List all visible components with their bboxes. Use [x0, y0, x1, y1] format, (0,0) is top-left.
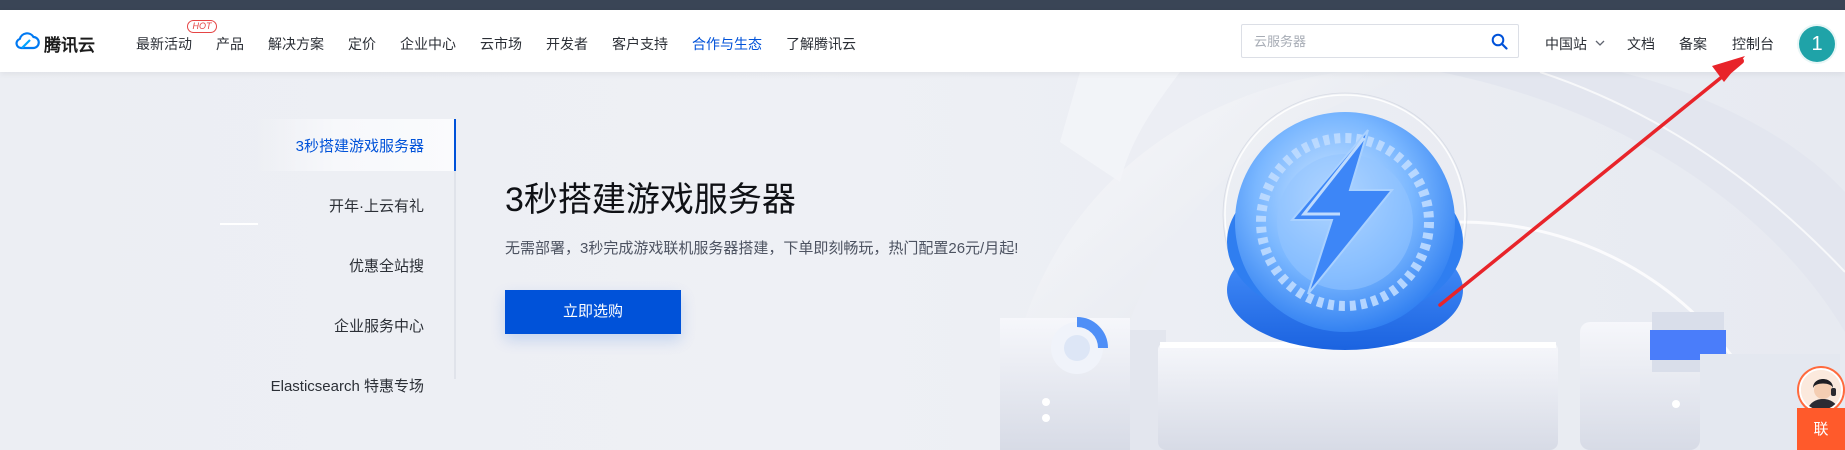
search-box	[1241, 24, 1519, 58]
hero-description: 无需部署，3秒完成游戏联机服务器搭建，下单即刻畅玩，热门配置26元/月起!	[505, 240, 1019, 257]
nav-pricing[interactable]: 定价	[348, 34, 376, 54]
side-item-game-server[interactable]: 3秒搭建游戏服务器	[296, 135, 424, 156]
nav-products[interactable]: 产品	[216, 34, 244, 54]
side-menu-active-indicator	[454, 119, 456, 171]
search-icon[interactable]	[1491, 33, 1508, 55]
agent-avatar	[1799, 368, 1843, 412]
side-item-enterprise-service[interactable]: 企业服务中心	[334, 315, 424, 336]
buy-now-button[interactable]: 立即选购	[505, 290, 681, 334]
nav-latest-activities[interactable]: 最新活动	[136, 34, 192, 54]
nav-docs[interactable]: 文档	[1627, 34, 1655, 54]
side-item-discount-search[interactable]: 优惠全站搜	[349, 255, 424, 276]
chevron-down-icon	[1595, 34, 1605, 50]
nav-customer-support[interactable]: 客户支持	[612, 34, 668, 54]
brand-name: 腾讯云	[44, 36, 95, 55]
hero-banner: 3秒搭建游戏服务器 开年·上云有礼 优惠全站搜 企业服务中心 Elasticse…	[0, 72, 1845, 450]
region-label: 中国站	[1545, 36, 1587, 52]
nav-console[interactable]: 控制台	[1732, 34, 1774, 54]
search-input[interactable]	[1254, 32, 1484, 50]
contact-widget[interactable]: 联	[1797, 368, 1845, 450]
side-menu: 3秒搭建游戏服务器 开年·上云有礼 优惠全站搜 企业服务中心 Elasticse…	[220, 119, 456, 395]
nav-beian[interactable]: 备案	[1679, 34, 1707, 54]
nav-marketplace[interactable]: 云市场	[480, 34, 522, 54]
hot-badge: HOT	[187, 20, 217, 33]
side-item-new-year-gift[interactable]: 开年·上云有礼	[329, 195, 424, 216]
nav-developers[interactable]: 开发者	[546, 34, 588, 54]
cloud-logo-icon	[14, 32, 40, 55]
nav-partners-ecosystem[interactable]: 合作与生态	[692, 34, 762, 54]
browser-top-strip	[0, 0, 1845, 10]
nav-about[interactable]: 了解腾讯云	[786, 34, 856, 54]
brand-logo[interactable]: 腾讯云	[14, 31, 95, 56]
contact-tab[interactable]: 联	[1797, 408, 1845, 450]
side-item-elasticsearch[interactable]: Elasticsearch 特惠专场	[271, 375, 424, 396]
user-avatar[interactable]: 1	[1799, 26, 1835, 62]
side-menu-dash	[220, 223, 258, 225]
nav-enterprise-center[interactable]: 企业中心	[400, 34, 456, 54]
top-navbar: 腾讯云 最新活动 HOT 产品 解决方案 定价 企业中心 云市场 开发者 客户支…	[0, 10, 1845, 72]
nav-solutions[interactable]: 解决方案	[268, 34, 324, 54]
hero-title: 3秒搭建游戏服务器	[505, 181, 796, 219]
region-selector[interactable]: 中国站	[1545, 34, 1605, 54]
